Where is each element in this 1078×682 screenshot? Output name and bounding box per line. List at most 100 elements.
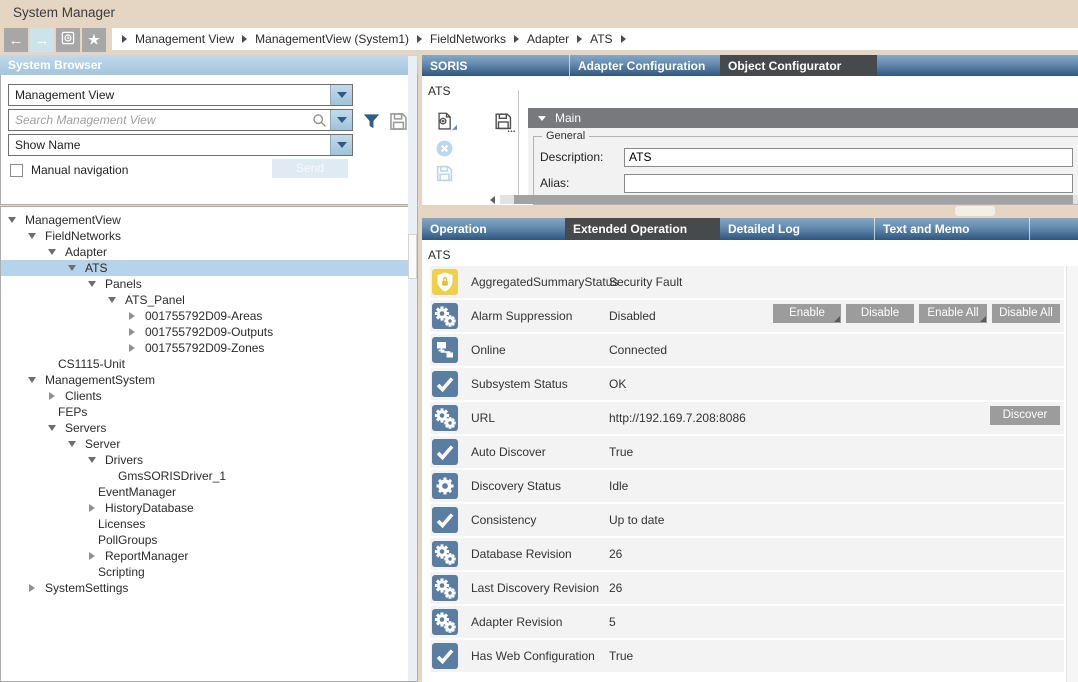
action-button-enable-all[interactable]: Enable All (919, 304, 987, 323)
display-mode-selector[interactable]: Show Name (8, 134, 353, 156)
expand-arrow-icon[interactable] (86, 504, 98, 512)
action-button-disable-all[interactable]: Disable All (992, 304, 1060, 323)
tab-object-configurator[interactable]: Object Configurator (720, 55, 877, 76)
tree-item-historydatabase[interactable]: HistoryDatabase (1, 500, 417, 516)
breadcrumb-item[interactable]: ATS (590, 32, 612, 46)
tab-soris[interactable]: SORIS (422, 55, 570, 76)
tree-item-label: FieldNetworks (45, 229, 121, 243)
tree-scrollbar[interactable] (408, 56, 417, 681)
tree-item-licenses[interactable]: Licenses (1, 516, 417, 532)
tree-item-scripting[interactable]: Scripting (1, 564, 417, 580)
tree-item-ats[interactable]: ATS (1, 260, 417, 276)
tab-extended-operation[interactable]: Extended Operation (565, 218, 720, 240)
action-button-enable[interactable]: Enable (773, 304, 841, 323)
collapse-arrow-icon[interactable] (66, 265, 78, 271)
tree-item-servers[interactable]: Servers (1, 420, 417, 436)
tab-operation[interactable]: Operation (422, 218, 565, 240)
pane-splitter[interactable] (955, 206, 995, 216)
tree-item-managementsystem[interactable]: ManagementSystem (1, 372, 417, 388)
breadcrumb-item[interactable]: ManagementView (System1) (255, 32, 409, 46)
search-box[interactable] (8, 109, 353, 131)
gears-icon (432, 609, 458, 635)
tab-adapter-configuration[interactable]: Adapter Configuration (570, 55, 720, 76)
favorites-button[interactable]: ★ (82, 28, 106, 52)
filter-icon[interactable] (360, 110, 383, 133)
action-button-disable[interactable]: Disable (846, 304, 914, 323)
tree-item-001755792d09-outputs[interactable]: 001755792D09-Outputs (1, 324, 417, 340)
main-section-header[interactable]: Main (528, 108, 1078, 128)
tree-item-managementview[interactable]: ManagementView (1, 212, 417, 228)
collapse-arrow-icon[interactable] (6, 217, 18, 223)
breadcrumb-item[interactable]: Adapter (527, 32, 569, 46)
breadcrumb-item[interactable]: FieldNetworks (430, 32, 506, 46)
collapse-arrow-icon[interactable] (86, 281, 98, 287)
expand-arrow-icon[interactable] (126, 312, 138, 320)
collapse-arrow-icon[interactable] (86, 457, 98, 463)
collapse-arrow-icon[interactable] (46, 249, 58, 255)
horizontal-scrollbar[interactable] (500, 195, 1078, 204)
tree-item-server[interactable]: Server (1, 436, 417, 452)
check-icon (432, 643, 458, 669)
view-selector-dropdown-button[interactable] (330, 85, 352, 105)
tree-item-001755792d09-zones[interactable]: 001755792D09-Zones (1, 340, 417, 356)
expand-arrow-icon[interactable] (46, 392, 58, 400)
save-icon[interactable] (434, 163, 455, 184)
expand-arrow-icon[interactable] (26, 584, 38, 592)
expand-arrow-icon[interactable] (86, 552, 98, 560)
navigation-toolbar: ← → ★ Management View ManagementView (Sys… (0, 27, 1078, 55)
back-button[interactable]: ← (4, 28, 28, 52)
tree-item-pollgroups[interactable]: PollGroups (1, 532, 417, 548)
action-button-discover[interactable]: Discover (990, 406, 1060, 425)
breadcrumb-item[interactable]: Management View (135, 32, 234, 46)
expand-arrow-icon[interactable] (126, 328, 138, 336)
history-button[interactable] (56, 28, 80, 52)
tree-item-cs1115-unit[interactable]: CS1115-Unit (1, 356, 417, 372)
alias-input[interactable] (624, 174, 1073, 193)
check-icon (432, 507, 458, 533)
collapse-arrow-icon[interactable] (66, 441, 78, 447)
check-icon (432, 439, 458, 465)
collapse-arrow-icon[interactable] (106, 297, 118, 303)
manual-navigation-checkbox[interactable] (10, 164, 23, 177)
collapse-arrow-icon[interactable] (26, 377, 38, 383)
property-value: Connected (609, 343, 1064, 357)
forward-button[interactable]: → (30, 28, 54, 52)
tree-item-label: FEPs (58, 405, 87, 419)
tree-item-clients[interactable]: Clients (1, 388, 417, 404)
tree-item-reportmanager[interactable]: ReportManager (1, 548, 417, 564)
tree-item-panels[interactable]: Panels (1, 276, 417, 292)
view-selector[interactable]: Management View (8, 84, 353, 106)
save-filter-icon[interactable] (387, 110, 410, 133)
tree-item-label: Server (85, 437, 120, 451)
object-label: ATS (428, 248, 450, 262)
display-mode-dropdown-button[interactable] (330, 135, 352, 155)
tree-item-gmssorisdriver-1[interactable]: GmsSORISDriver_1 (1, 468, 417, 484)
chevron-down-icon (337, 92, 347, 98)
search-input[interactable] (9, 110, 308, 130)
horizontal-scrollbar-thumb[interactable] (514, 195, 1073, 204)
send-button[interactable]: Send (272, 159, 348, 178)
tree-item-001755792d09-areas[interactable]: 001755792D09-Areas (1, 308, 417, 324)
collapse-arrow-icon[interactable] (26, 233, 38, 239)
tree-item-adapter[interactable]: Adapter (1, 244, 417, 260)
description-input[interactable] (624, 148, 1073, 167)
tree-item-feps[interactable]: FEPs (1, 404, 417, 420)
scroll-left-icon[interactable] (490, 196, 495, 204)
tab-text-and-memo[interactable]: Text and Memo (875, 218, 1030, 240)
discard-icon[interactable] (434, 138, 455, 159)
new-object-icon[interactable] (433, 110, 459, 134)
tab-detailed-log[interactable]: Detailed Log (720, 218, 875, 240)
save-as-icon[interactable] (492, 110, 516, 134)
collapse-arrow-icon[interactable] (46, 425, 58, 431)
tree-item-systemsettings[interactable]: SystemSettings (1, 580, 417, 596)
search-dropdown-button[interactable] (330, 110, 352, 130)
tree-item-ats-panel[interactable]: ATS_Panel (1, 292, 417, 308)
expand-arrow-icon[interactable] (126, 344, 138, 352)
tab-label: Text and Memo (883, 222, 969, 236)
tree-scrollbar-thumb[interactable] (408, 234, 417, 279)
tree-item-fieldnetworks[interactable]: FieldNetworks (1, 228, 417, 244)
property-value: 26 (609, 581, 1064, 595)
tree-item-eventmanager[interactable]: EventManager (1, 484, 417, 500)
property-list-scrollbar[interactable] (1066, 266, 1078, 682)
tree-item-drivers[interactable]: Drivers (1, 452, 417, 468)
